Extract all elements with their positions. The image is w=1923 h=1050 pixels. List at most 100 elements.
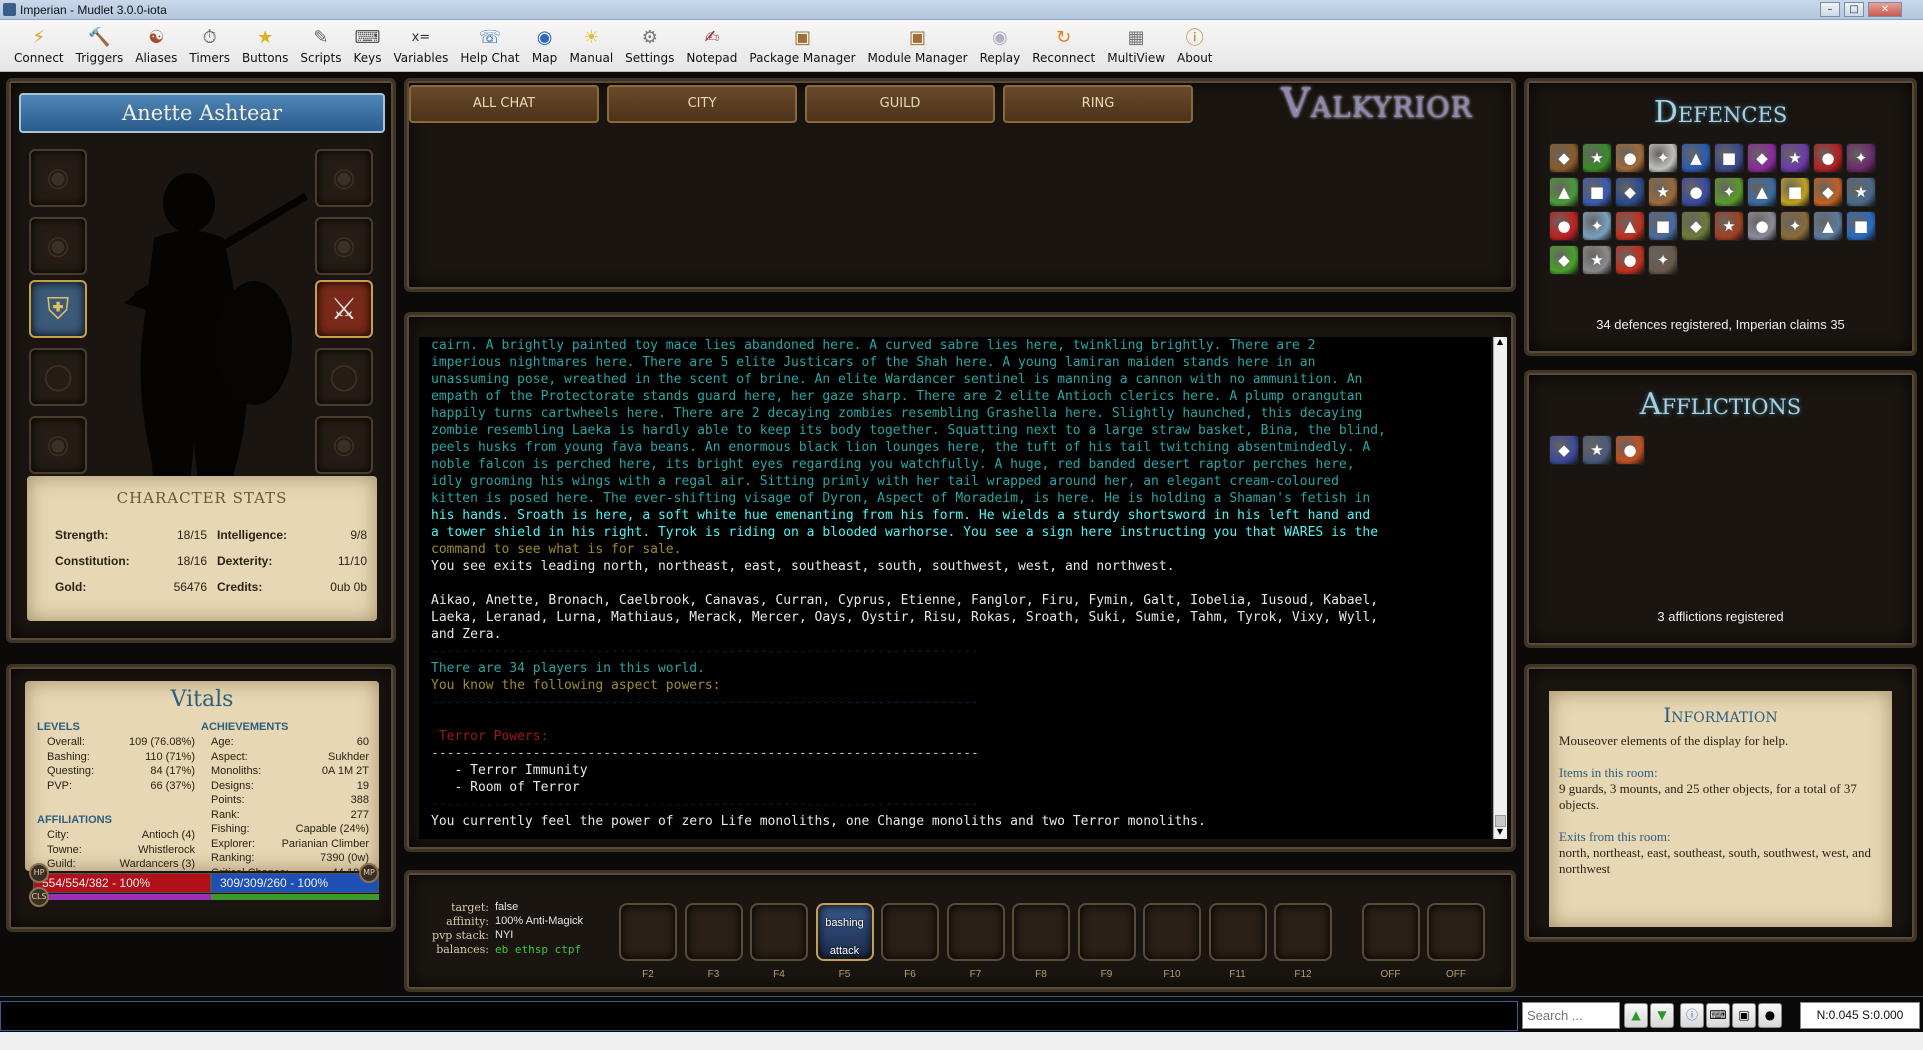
head-slot[interactable]: ◉	[29, 149, 87, 207]
action-slot-f2[interactable]	[619, 903, 677, 961]
action-slot-f6[interactable]	[881, 903, 939, 961]
console-scrollbar[interactable]: ▲ ▼	[1493, 337, 1507, 839]
defence-icon[interactable]: ★	[1846, 177, 1876, 207]
scroll-up-icon[interactable]: ▲	[1494, 337, 1506, 349]
toolbar-notepad-button[interactable]: ✍ Notepad	[680, 20, 743, 72]
defence-icon[interactable]: ★	[1780, 143, 1810, 173]
action-slot-f9[interactable]	[1077, 903, 1136, 961]
defence-icon[interactable]: ■	[1648, 211, 1678, 241]
scroll-down-button[interactable]: ▼	[1650, 1003, 1674, 1028]
tab-guild[interactable]: GUILD	[805, 85, 995, 123]
ring-right-slot[interactable]: ◯	[315, 348, 373, 406]
defence-icon[interactable]: ✦	[1582, 211, 1612, 241]
defence-icon[interactable]: ◆	[1549, 143, 1579, 173]
toolbar-aliases-button[interactable]: ☯ Aliases	[129, 20, 183, 72]
defence-icon[interactable]: ▲	[1813, 211, 1843, 241]
tab-all-chat[interactable]: ALL CHAT	[409, 85, 599, 123]
main-console[interactable]: cairn. A brightly painted toy mace lies …	[419, 337, 1491, 839]
toolbar-about-button[interactable]: ⓘ About	[1171, 20, 1218, 72]
defence-icon[interactable]: ✦	[1714, 177, 1744, 207]
action-slot-off-2[interactable]	[1427, 903, 1485, 961]
defence-icon[interactable]: ●	[1549, 211, 1579, 241]
affliction-icon[interactable]: ◆	[1549, 435, 1579, 465]
defence-icon[interactable]: ★	[1582, 245, 1612, 275]
defence-icon[interactable]: ▲	[1549, 177, 1579, 207]
command-input[interactable]	[0, 1001, 1518, 1031]
toolbar-variables-button[interactable]: x= Variables	[387, 20, 454, 72]
maximize-button[interactable]: □	[1844, 2, 1864, 17]
belt-slot[interactable]: ◉	[315, 217, 373, 275]
armour-slot[interactable]: ◉	[315, 149, 373, 207]
defence-icon[interactable]: ✦	[1648, 143, 1678, 173]
toolbar-manual-button[interactable]: ☀ Manual	[564, 20, 620, 72]
ring-left-slot[interactable]: ◯	[29, 348, 87, 406]
defence-icon[interactable]: ◆	[1615, 177, 1645, 207]
action-slot-off-1[interactable]	[1361, 903, 1420, 961]
toolbar-connect-button[interactable]: ⚡ Connect	[8, 20, 70, 72]
toolbar-reconnect-button[interactable]: ↻ Reconnect	[1026, 20, 1101, 72]
toolbar-settings-button[interactable]: ⚙ Settings	[619, 20, 680, 72]
scroll-up-button[interactable]: ▲	[1624, 1003, 1648, 1028]
defence-icon[interactable]: ▲	[1615, 211, 1645, 241]
defence-icon[interactable]: ▲	[1747, 177, 1777, 207]
defence-icon[interactable]: ✦	[1846, 143, 1876, 173]
search-input[interactable]	[1522, 1002, 1620, 1029]
toolbar-replay-button[interactable]: ◉ Replay	[974, 20, 1027, 72]
defence-icon[interactable]: ◆	[1549, 245, 1579, 275]
tab-city[interactable]: CITY	[607, 85, 797, 123]
minimize-button[interactable]: –	[1820, 2, 1840, 17]
toolbar-timers-button[interactable]: ⏱ Timers	[183, 20, 236, 72]
toolbar-help-chat-button[interactable]: ☏ Help Chat	[454, 20, 525, 72]
toolbar-map-button[interactable]: ◉ Map	[526, 20, 564, 72]
action-slot-f3[interactable]	[684, 903, 743, 961]
weapon-slot[interactable]: ⚔	[315, 280, 373, 338]
lock-button[interactable]: ●	[1758, 1003, 1782, 1028]
defence-icon[interactable]: ■	[1846, 211, 1876, 241]
legs-slot[interactable]: ◉	[29, 416, 87, 474]
defence-icon[interactable]: ●	[1747, 211, 1777, 241]
defence-icon[interactable]: ■	[1582, 177, 1612, 207]
action-slot-f11[interactable]	[1208, 903, 1267, 961]
close-window-button[interactable]: ✕	[1868, 2, 1902, 17]
info-button[interactable]: ⓘ	[1680, 1003, 1704, 1028]
defence-icon[interactable]: ✦	[1780, 211, 1810, 241]
cloak-slot[interactable]: ◉	[29, 217, 87, 275]
toolbar-scripts-button[interactable]: ✎ Scripts	[294, 20, 347, 72]
defence-icon[interactable]: ◆	[1747, 143, 1777, 173]
action-slot-f5[interactable]: bashing attack	[815, 903, 874, 961]
defence-icon[interactable]: ★	[1582, 143, 1612, 173]
action-slot-f12[interactable]	[1274, 903, 1332, 961]
defence-icon[interactable]: ◆	[1681, 211, 1711, 241]
defence-icon[interactable]: ■	[1780, 177, 1810, 207]
toolbar-package-manager-button[interactable]: ▣ Package Manager	[743, 20, 861, 72]
screen-button[interactable]: ▣	[1732, 1003, 1756, 1028]
toolbar-triggers-button[interactable]: 🔨 Triggers	[70, 20, 130, 72]
toolbar-multiview-button[interactable]: ▦ MultiView	[1101, 20, 1171, 72]
scroll-down-icon[interactable]: ▼	[1494, 827, 1506, 839]
keyboard-button[interactable]: ⌨	[1706, 1003, 1730, 1028]
defence-icon[interactable]: ●	[1615, 245, 1645, 275]
defence-icon[interactable]: ●	[1681, 177, 1711, 207]
affliction-icon[interactable]: ●	[1615, 435, 1645, 465]
action-slot-f7[interactable]	[946, 903, 1005, 961]
defence-icon[interactable]: ■	[1714, 143, 1744, 173]
tab-ring[interactable]: RING	[1003, 85, 1193, 123]
affliction-icon[interactable]: ★	[1582, 435, 1612, 465]
toolbar-keys-button[interactable]: ⌨ Keys	[347, 20, 387, 72]
defence-icon[interactable]: ★	[1648, 177, 1678, 207]
boots-slot[interactable]: ◉	[315, 416, 373, 474]
defence-icon[interactable]: ✦	[1648, 245, 1678, 275]
defence-icon[interactable]: ●	[1813, 143, 1843, 173]
action-slot-f8[interactable]	[1012, 903, 1070, 961]
shield-slot[interactable]: ⛨	[29, 280, 87, 338]
toolbar-module-manager-button[interactable]: ▣ Module Manager	[862, 20, 974, 72]
defence-icon[interactable]: ●	[1615, 143, 1645, 173]
defence-icon[interactable]: ◆	[1813, 177, 1843, 207]
scrollbar-thumb[interactable]	[1495, 815, 1506, 827]
action-slot-f4[interactable]	[750, 903, 808, 961]
action-slot-f10[interactable]	[1143, 903, 1201, 961]
toolbar-buttons-button[interactable]: ★ Buttons	[236, 20, 294, 72]
defence-icon[interactable]: ▲	[1681, 143, 1711, 173]
defence-icon[interactable]: ★	[1714, 211, 1744, 241]
vital-label: Explorer:	[211, 837, 256, 850]
